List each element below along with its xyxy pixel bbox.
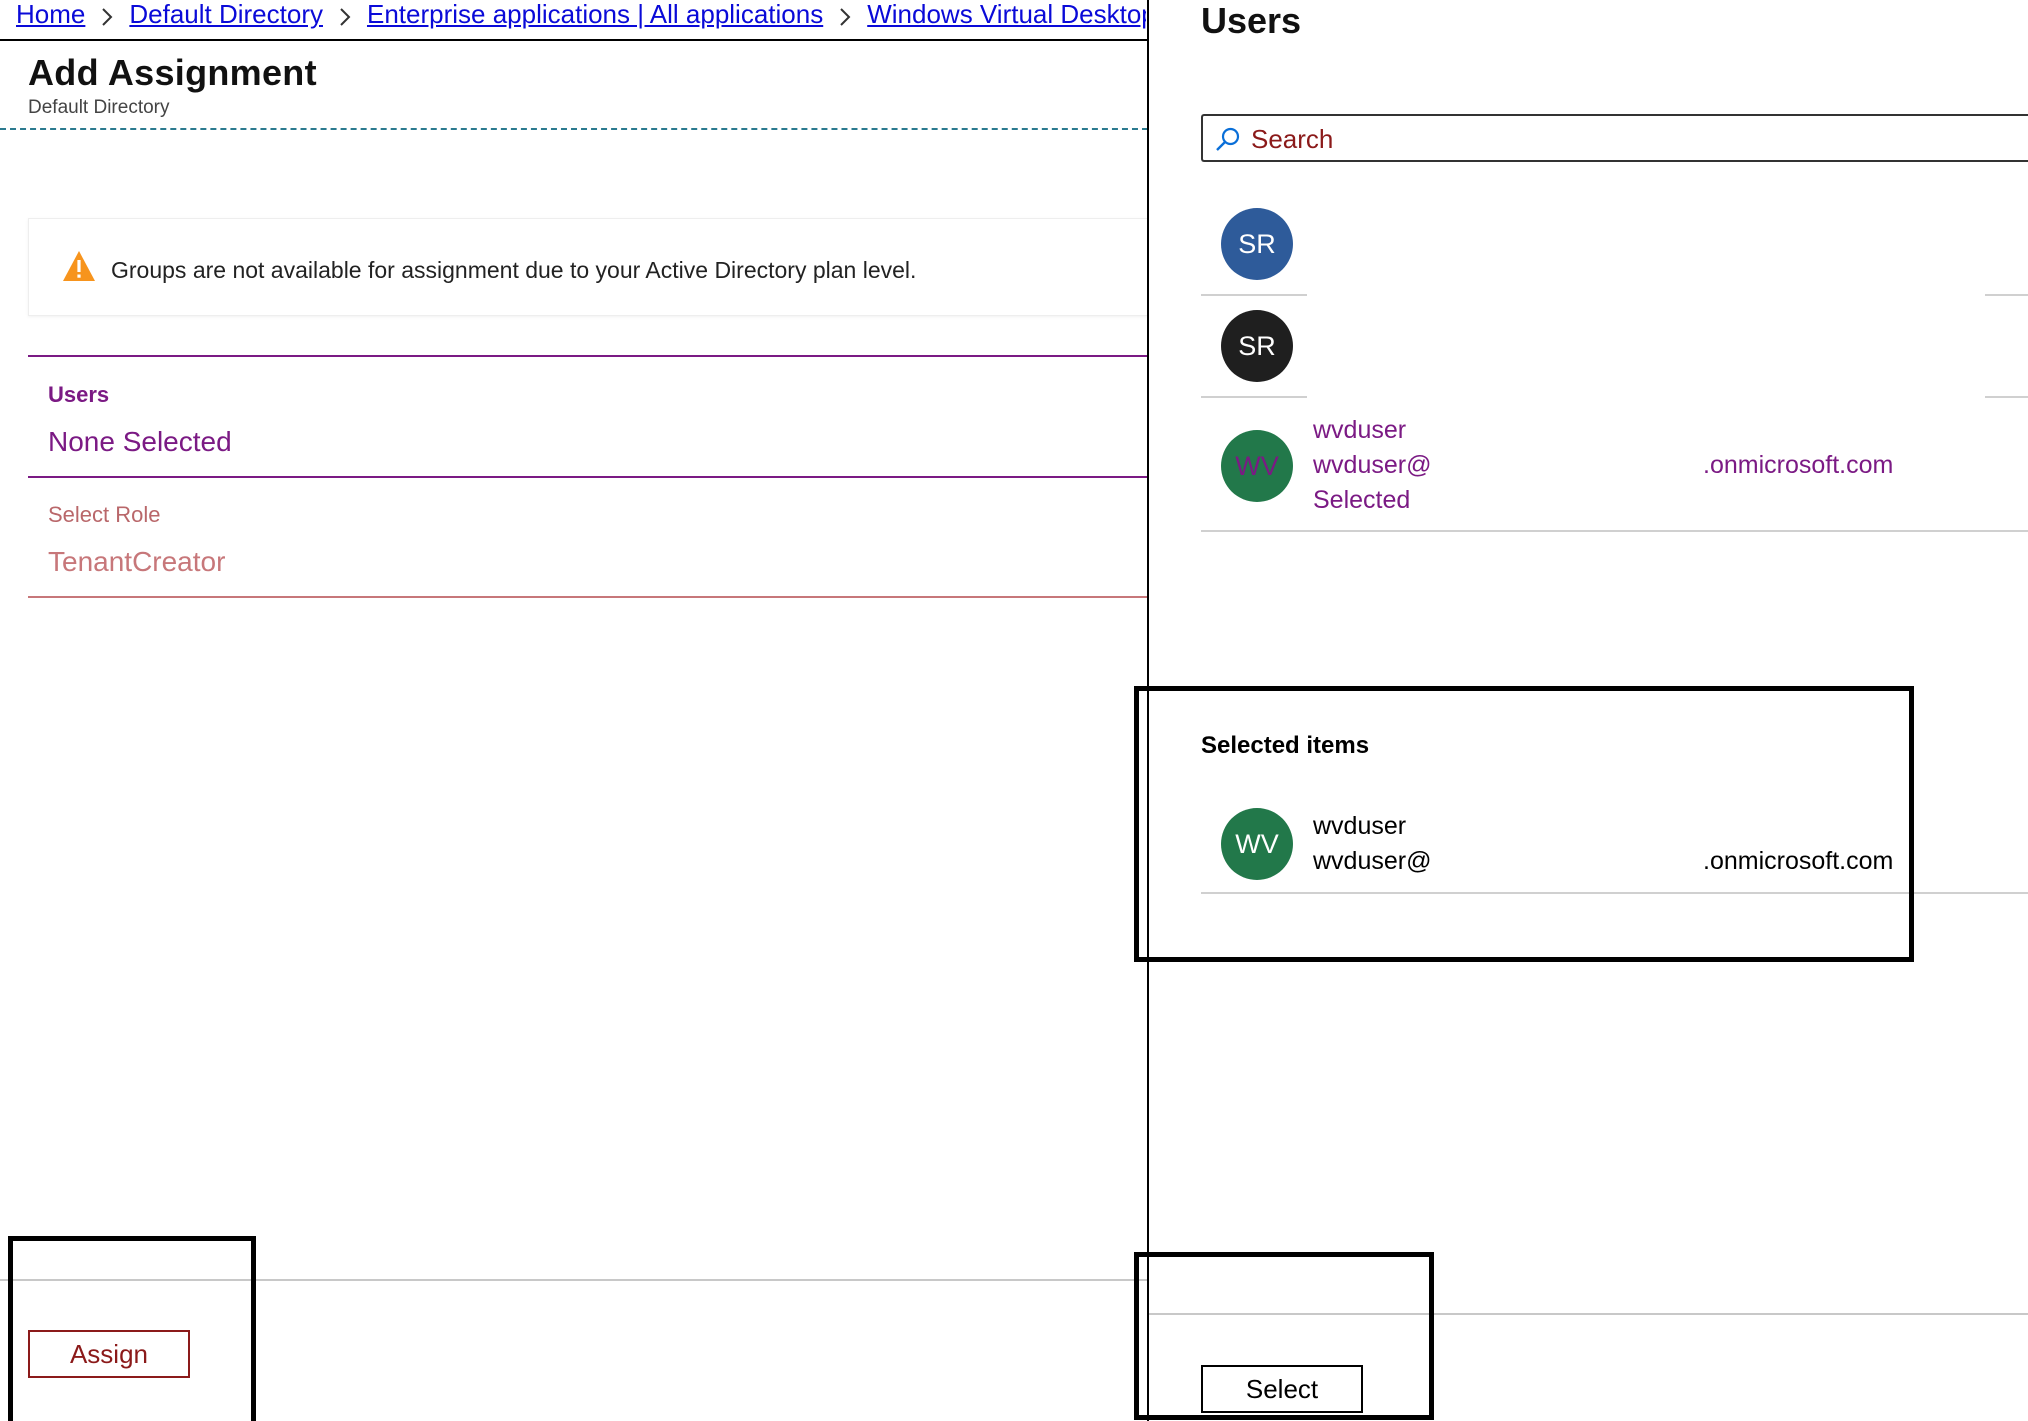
avatar: WV <box>1221 430 1293 502</box>
role-field-value[interactable]: TenantCreator <box>48 546 225 578</box>
breadcrumb-home[interactable]: Home <box>16 0 85 29</box>
user-list-item[interactable]: SR <box>1201 208 2028 298</box>
header-divider <box>0 39 1148 41</box>
assign-highlight-box <box>8 1236 256 1421</box>
row-divider <box>1201 294 1307 296</box>
users-panel: Users SR SR WV wvduser wvduser@ .onmicro… <box>1134 0 2028 1421</box>
chevron-right-icon <box>85 2 129 30</box>
breadcrumb-windows-virtual-desktop[interactable]: Windows Virtual Desktop <box>867 0 1146 29</box>
avatar: SR <box>1221 310 1293 382</box>
select-highlight-box <box>1134 1252 1434 1420</box>
warning-icon <box>63 251 95 281</box>
avatar: SR <box>1221 208 1293 280</box>
user-selected-status: Selected <box>1313 486 1411 514</box>
page-title: Add Assignment <box>28 52 317 93</box>
breadcrumb-enterprise-applications[interactable]: Enterprise applications | All applicatio… <box>367 0 823 29</box>
row-divider <box>1201 530 2028 532</box>
search-box[interactable] <box>1201 114 2028 162</box>
users-field-label[interactable]: Users <box>48 382 109 408</box>
row-divider <box>1985 396 2028 398</box>
search-icon <box>1216 127 1240 151</box>
add-assignment-pane: Home Default Directory Enterprise applicat… <box>0 0 1148 1421</box>
warning-text: Groups are not available for assignment … <box>111 257 917 283</box>
role-field-label[interactable]: Select Role <box>48 502 161 528</box>
user-list-item[interactable]: SR <box>1201 310 2028 400</box>
row-divider <box>1985 294 2028 296</box>
selected-items-highlight-box <box>1134 686 1914 962</box>
user-email: wvduser@ <box>1313 451 1432 479</box>
users-field-value[interactable]: None Selected <box>48 426 232 458</box>
chevron-right-icon <box>323 2 367 30</box>
search-input[interactable] <box>1251 122 2011 156</box>
chevron-right-icon <box>823 2 867 30</box>
panel-title: Users <box>1201 0 1302 41</box>
users-field-top-border <box>28 355 1148 357</box>
breadcrumb: Home Default Directory Enterprise applicat… <box>16 0 1146 30</box>
breadcrumb-default-directory[interactable]: Default Directory <box>129 0 323 29</box>
warning-banner: Groups are not available for assignment … <box>28 218 1148 316</box>
title-divider <box>0 128 1148 130</box>
row-divider <box>1201 396 1307 398</box>
user-name: wvduser <box>1313 416 1407 444</box>
page-subtitle: Default Directory <box>28 97 170 118</box>
user-list-item[interactable]: WV wvduser wvduser@ .onmicrosoft.com Sel… <box>1201 416 2028 536</box>
user-email-domain: .onmicrosoft.com <box>1703 451 1894 479</box>
users-field-bottom-border <box>28 476 1148 478</box>
role-field-bottom-border <box>28 596 1148 598</box>
